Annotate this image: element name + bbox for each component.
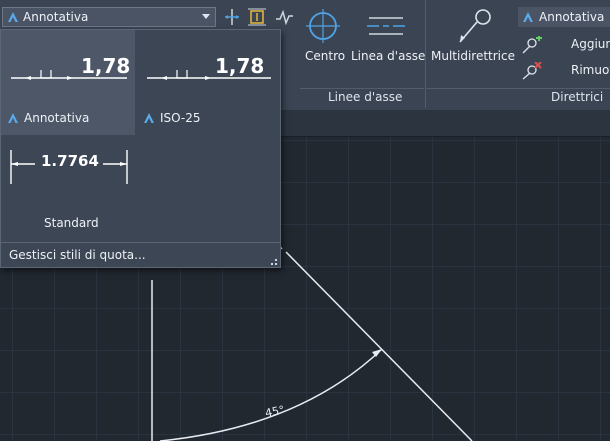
style-option-standard[interactable]: 1.7764 Standard	[1, 136, 135, 236]
manage-dim-styles-item[interactable]: Gestisci stili di quota...	[1, 242, 280, 268]
angular-dim-arc	[159, 348, 383, 441]
dimension-style-value: Annotativa	[23, 10, 89, 24]
centerlines-panel-title: Linee d'asse	[328, 90, 403, 104]
add-leader-icon[interactable]	[520, 36, 542, 54]
annotative-icon	[8, 12, 18, 22]
multileader-icon[interactable]	[452, 6, 494, 48]
dim-break-icon[interactable]	[274, 7, 294, 27]
dimension-style-dropdown: 1,78 Annotativa 1,78 ISO-25 1.7764 Stand…	[0, 29, 281, 268]
remove-leader-icon[interactable]	[520, 62, 542, 80]
add-leader-label[interactable]: Aggiun	[571, 37, 610, 51]
annotative-icon	[523, 12, 533, 22]
dim-tool-icon[interactable]	[222, 7, 242, 27]
leaders-panel-title: Direttrici	[551, 90, 604, 104]
style-option-iso25[interactable]: 1,78 ISO-25	[137, 30, 280, 135]
style-option-annotativa[interactable]: 1,78 Annotativa	[1, 30, 135, 135]
centerline-button-label[interactable]: Linea d'asse	[351, 49, 425, 63]
chevron-down-icon	[202, 14, 210, 19]
leader-style-combo[interactable]: Annotativa	[518, 7, 610, 27]
panel-title-divider	[426, 88, 610, 89]
style-name: ISO-25	[160, 111, 201, 125]
dim-preview-value: 1.7764	[41, 152, 99, 170]
dimension-style-combo[interactable]: Annotativa	[2, 7, 216, 27]
dim-preview-value: 1,78	[81, 54, 131, 78]
remove-leader-label[interactable]: Rimuov	[571, 63, 610, 77]
panel-separator	[425, 0, 426, 108]
panel-title-divider	[300, 88, 424, 89]
annotative-icon	[8, 113, 18, 123]
angle-label: 45°	[264, 403, 286, 420]
dim-text-icon[interactable]	[247, 7, 267, 27]
dim-preview-value: 1,78	[215, 54, 265, 78]
leader-style-value: Annotativa	[539, 10, 605, 24]
style-name: Annotativa	[24, 111, 90, 125]
resize-grip-icon[interactable]	[271, 259, 277, 265]
multileader-button-label[interactable]: Multidirettrice	[431, 49, 515, 63]
center-button-label[interactable]: Centro	[305, 49, 345, 63]
manage-dim-styles-label: Gestisci stili di quota...	[9, 248, 146, 262]
style-name: Standard	[44, 216, 99, 230]
center-mark-icon[interactable]	[305, 8, 341, 44]
centerline-icon[interactable]	[365, 12, 407, 40]
annotative-icon	[144, 113, 154, 123]
diagonal-line	[285, 251, 473, 441]
